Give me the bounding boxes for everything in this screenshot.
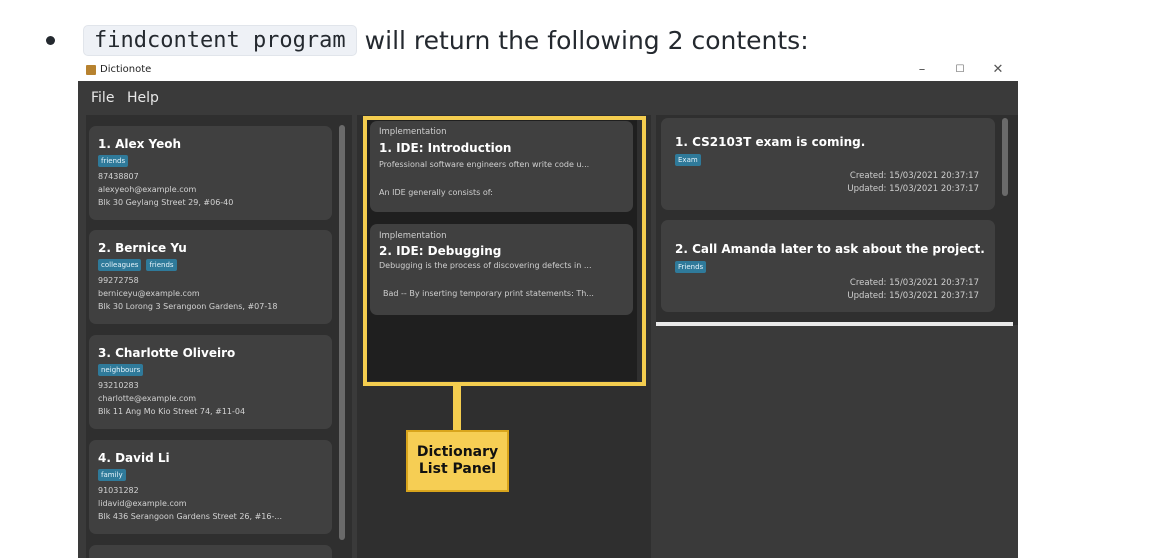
contact-tags: colleagues friends: [98, 259, 177, 271]
note-title: 1. CS2103T exam is coming.: [675, 135, 866, 149]
contact-tag: family: [98, 469, 126, 481]
note-created: Created: 15/03/2021 20:37:17: [849, 278, 979, 288]
note-title: 2. Call Amanda later to ask about the pr…: [675, 242, 985, 256]
contact-phone: 87438807: [98, 172, 139, 181]
dictionary-highlight-box: [363, 116, 646, 386]
contact-email: lidavid@example.com: [98, 499, 187, 508]
contact-tag: friends: [146, 259, 177, 271]
dictionary-list-panel-callout: Dictionary List Panel: [406, 430, 509, 492]
note-created: Created: 15/03/2021 20:37:17: [849, 171, 979, 181]
contact-email: charlotte@example.com: [98, 394, 197, 403]
contact-scrollbar[interactable]: [339, 125, 345, 540]
contact-tags: family: [98, 469, 126, 481]
note-card[interactable]: 2. Call Amanda later to ask about the pr…: [661, 220, 995, 312]
close-button[interactable]: ✕: [980, 60, 1016, 80]
contact-name: 4. David Li: [98, 451, 170, 465]
contact-address: Blk 11 Ang Mo Kio Street 74, #11-04: [98, 407, 246, 416]
contact-address: Blk 436 Serangoon Gardens Street 26, #16…: [98, 512, 282, 521]
contact-phone: 93210283: [98, 381, 139, 390]
contact-name: 3. Charlotte Oliveiro: [98, 346, 236, 360]
callout-connector: [453, 386, 461, 430]
app-icon: [86, 65, 96, 75]
contact-card[interactable]: 2. Bernice Yu colleagues friends 9927275…: [89, 230, 332, 324]
contact-card[interactable]: 4. David Li family 91031282 lidavid@exam…: [89, 440, 332, 534]
menu-bar: File Help: [78, 81, 1018, 115]
bullet-text: will return the following 2 contents:: [364, 25, 809, 55]
note-divider[interactable]: [656, 322, 1013, 326]
contact-tags: neighbours: [98, 364, 144, 376]
contact-card[interactable]: 1. Alex Yeoh friends 87438807 alexyeoh@e…: [89, 126, 332, 220]
window-title: Dictionote: [100, 64, 152, 75]
contact-address: Blk 30 Geylang Street 29, #06-40: [98, 198, 234, 207]
contact-tag: neighbours: [98, 364, 144, 376]
contact-tag: friends: [98, 155, 129, 167]
menu-help[interactable]: Help: [127, 90, 159, 106]
callout-line: List Panel: [418, 461, 497, 477]
contact-address: Blk 30 Lorong 3 Serangoon Gardens, #07-1…: [98, 302, 278, 311]
contact-card[interactable]: 3. Charlotte Oliveiro neighbours 9321028…: [89, 335, 332, 429]
note-card[interactable]: 1. CS2103T exam is coming. Exam Created:…: [661, 118, 995, 210]
contact-phone: 91031282: [98, 486, 139, 495]
minimize-button[interactable]: –: [904, 60, 940, 80]
contact-email: alexyeoh@example.com: [98, 185, 197, 194]
contact-name: 2. Bernice Yu: [98, 241, 187, 255]
contact-email: berniceyu@example.com: [98, 289, 200, 298]
note-updated: Updated: 15/03/2021 20:37:17: [847, 184, 979, 194]
contact-tags: friends: [98, 155, 129, 167]
contact-tag: colleagues: [98, 259, 142, 271]
note-list-panel: 1. CS2103T exam is coming. Exam Created:…: [656, 115, 1018, 558]
title-bar: Dictionote – ☐ ✕: [78, 59, 1018, 81]
note-tag: Exam: [675, 154, 701, 166]
contact-name: 1. Alex Yeoh: [98, 137, 182, 151]
maximize-button[interactable]: ☐: [942, 60, 978, 80]
command-code: findcontent program: [83, 24, 357, 56]
doc-bullet-line: findcontent program will return the foll…: [40, 22, 809, 58]
note-updated: Updated: 15/03/2021 20:37:17: [847, 291, 979, 301]
note-tag: Friends: [675, 261, 707, 273]
callout-line: Dictionary: [416, 444, 499, 460]
note-scrollbar[interactable]: [1002, 118, 1008, 196]
contact-phone: 99272758: [98, 276, 139, 285]
bullet-dot: [46, 35, 55, 45]
contact-card-partial[interactable]: [89, 545, 332, 558]
menu-file[interactable]: File: [91, 90, 114, 106]
contact-list-panel: 1. Alex Yeoh friends 87438807 alexyeoh@e…: [86, 115, 352, 558]
